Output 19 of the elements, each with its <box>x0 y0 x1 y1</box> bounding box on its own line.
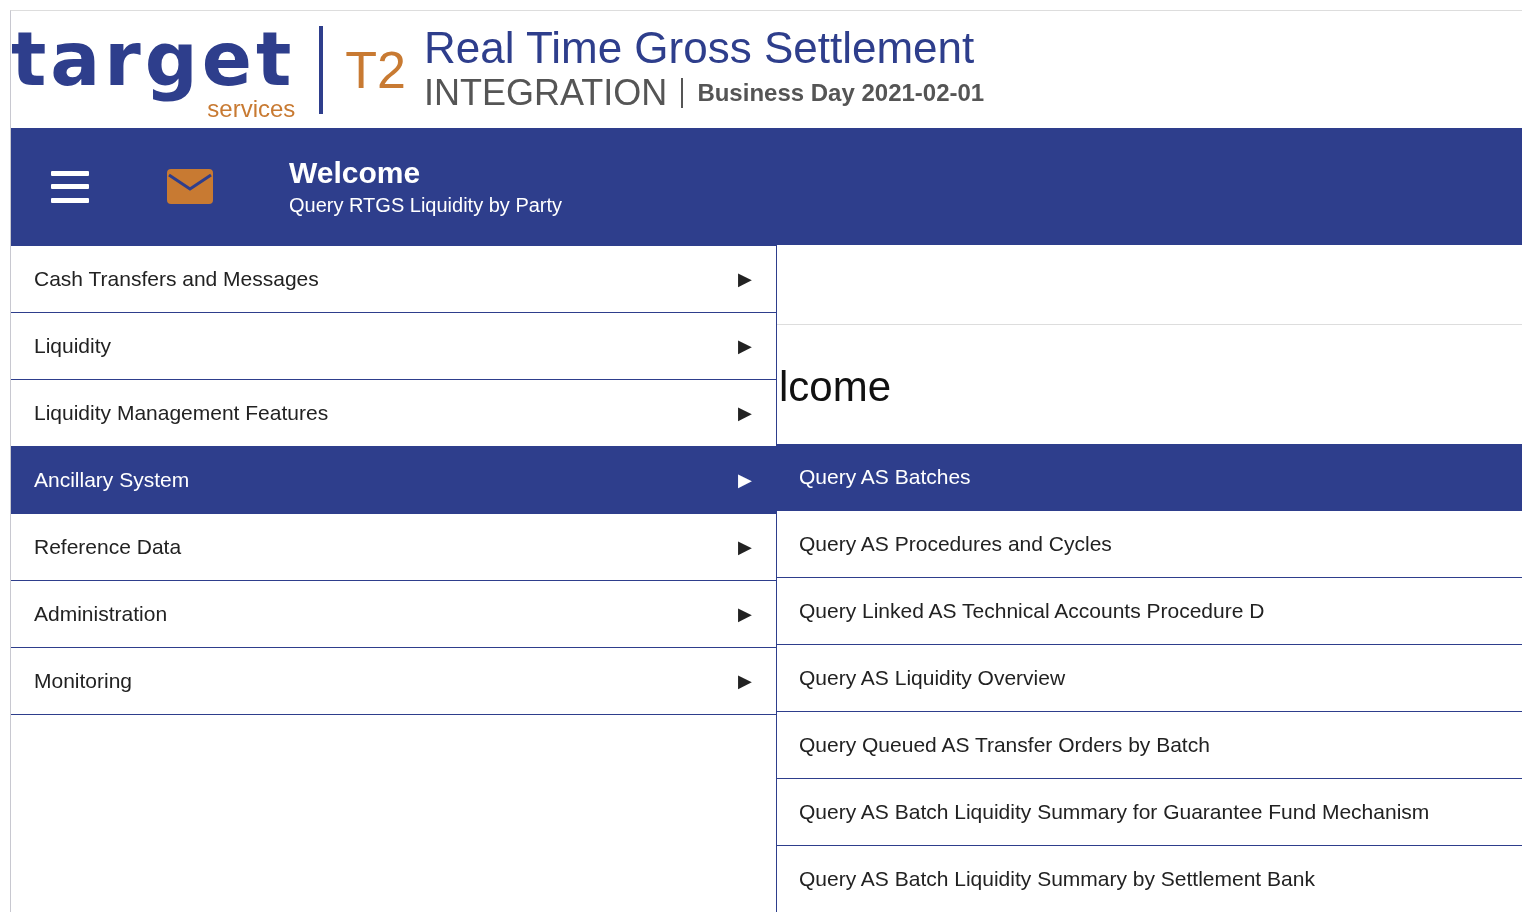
page-title: Welcome <box>289 156 422 190</box>
menu-item[interactable]: Ancillary System ▶ <box>11 447 776 514</box>
expand-arrow-icon: ▶ <box>738 536 752 558</box>
page-heading: lcome <box>779 363 893 411</box>
product-name: T2 <box>345 43 407 96</box>
menu-item[interactable]: Cash Transfers and Messages ▶ <box>11 245 776 313</box>
page-subtitle: Query RTGS Liquidity by Party <box>289 194 563 217</box>
envelope-icon[interactable] <box>167 169 213 204</box>
submenu-item[interactable]: Query AS Batches <box>777 444 1522 511</box>
environment-label: INTEGRATION <box>424 71 668 114</box>
expand-arrow-icon: ▶ <box>738 402 752 424</box>
menu-icon[interactable] <box>51 168 91 205</box>
business-day: Business Day 2021-02-01 <box>697 78 985 107</box>
expand-arrow-icon: ▶ <box>738 603 752 625</box>
expand-arrow-icon: ▶ <box>738 335 752 357</box>
expand-arrow-icon: ▶ <box>738 268 752 290</box>
expand-arrow-icon: ▶ <box>738 469 752 491</box>
app-title: Real Time Gross Settlement <box>424 25 976 72</box>
expand-arrow-icon: ▶ <box>738 670 752 692</box>
